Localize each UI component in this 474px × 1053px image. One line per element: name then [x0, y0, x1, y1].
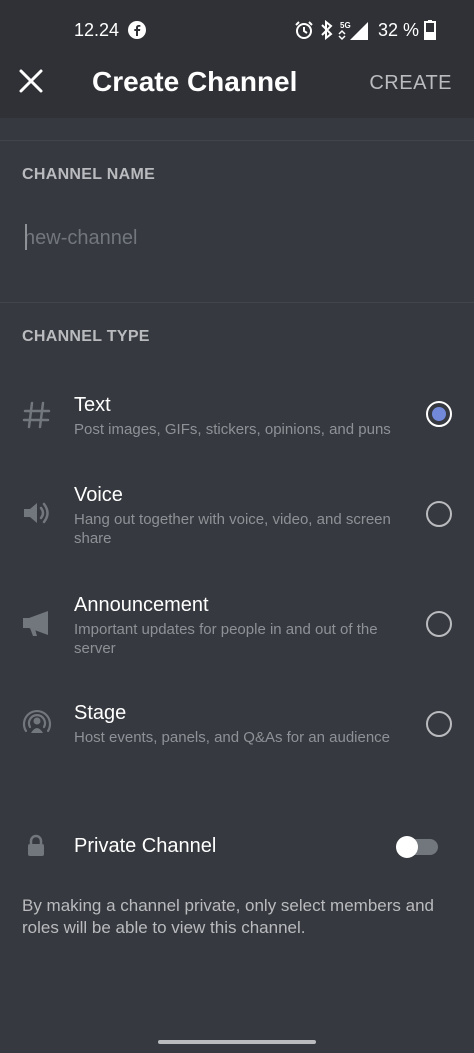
- channel-name-input[interactable]: [24, 220, 444, 256]
- radio-button[interactable]: [426, 611, 452, 637]
- stage-icon: [22, 710, 52, 733]
- channel-type-description: Post images, GIFs, stickers, opinions, a…: [74, 421, 391, 438]
- channel-type-option-stage[interactable]: Stage Host events, panels, and Q&As for …: [0, 690, 474, 770]
- home-indicator[interactable]: [158, 1040, 316, 1044]
- radio-button[interactable]: [426, 501, 452, 527]
- channel-type-title: Announcement: [74, 594, 209, 616]
- private-channel-label: Private Channel: [74, 835, 217, 857]
- svg-text:5G: 5G: [340, 21, 351, 30]
- facebook-icon: [128, 21, 146, 39]
- private-channel-description: By making a channel private, only select…: [22, 896, 434, 937]
- channel-type-option-announcement[interactable]: Announcement Important updates for peopl…: [0, 580, 474, 670]
- channel-type-title: Voice: [74, 484, 123, 506]
- text-caret: [25, 224, 27, 250]
- radio-button[interactable]: [426, 711, 452, 737]
- status-time: 12.24: [74, 20, 120, 40]
- alarm-icon: [295, 21, 313, 39]
- channel-type-description: Host events, panels, and Q&As for an aud…: [74, 729, 391, 746]
- battery-percent: 32 %: [377, 20, 419, 40]
- page-title: Create Channel: [92, 66, 298, 97]
- close-icon[interactable]: [18, 68, 44, 94]
- divider: [0, 302, 474, 303]
- app-bar: [0, 0, 474, 118]
- channel-type-label: CHANNEL TYPE: [22, 328, 150, 345]
- divider: [0, 140, 474, 141]
- bluetooth-icon: [321, 20, 333, 40]
- private-channel-toggle[interactable]: [396, 836, 438, 858]
- channel-type-title: Stage: [74, 702, 127, 724]
- channel-type-option-voice[interactable]: Voice Hang out together with voice, vide…: [0, 470, 474, 560]
- channel-name-label: CHANNEL NAME: [22, 166, 156, 183]
- speaker-icon: [24, 502, 49, 524]
- channel-type-description: Important updates for people in and out …: [74, 621, 378, 657]
- megaphone-icon: [23, 611, 48, 636]
- create-button[interactable]: CREATE: [369, 72, 452, 95]
- 5g-signal-icon: 5G: [338, 21, 368, 41]
- hash-icon: [22, 401, 51, 429]
- battery-icon: [424, 20, 436, 40]
- channel-type-option-text[interactable]: Text Post images, GIFs, stickers, opinio…: [0, 380, 474, 460]
- channel-type-title: Text: [74, 394, 111, 416]
- toggle-knob: [396, 836, 418, 858]
- lock-icon: [28, 834, 44, 856]
- radio-button-selected[interactable]: [426, 401, 452, 427]
- channel-type-description: Hang out together with voice, video, and…: [74, 511, 391, 547]
